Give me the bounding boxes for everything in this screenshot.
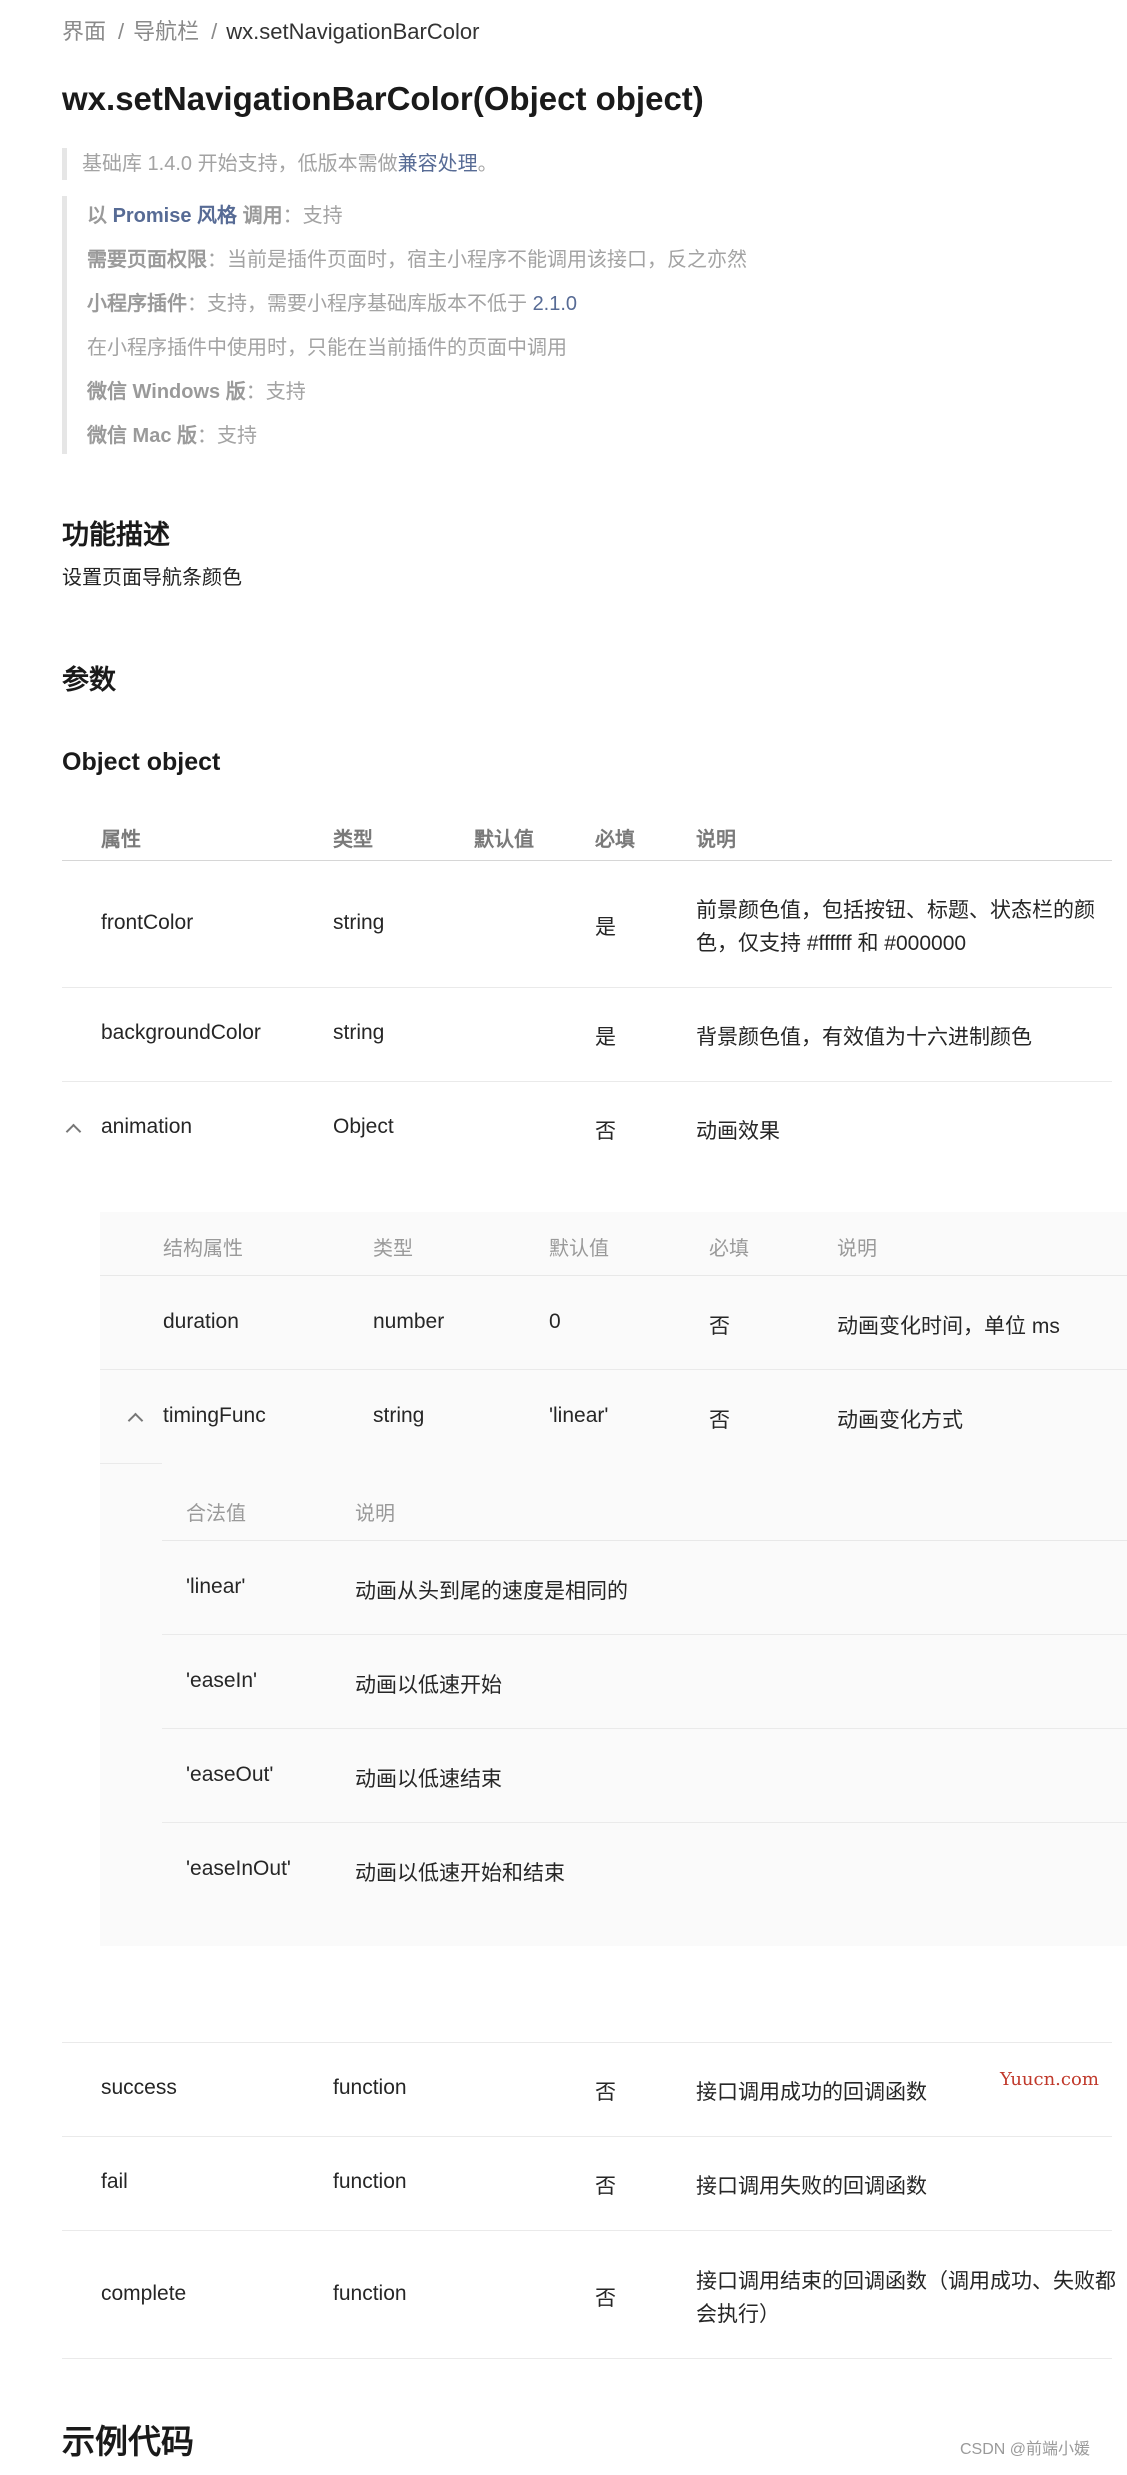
- subtable-header-divider: [100, 1275, 1127, 1276]
- chevron-up-icon[interactable]: [65, 1123, 82, 1140]
- breadcrumb-item-navbar[interactable]: 导航栏: [133, 19, 199, 44]
- param-required: 是: [595, 1026, 616, 1049]
- sub-param-type: string: [373, 1404, 425, 1427]
- valcol-header-value: 合法值: [186, 1503, 246, 1525]
- sub-param-desc: 动画变化时间，单位 ms: [837, 1315, 1060, 1338]
- param-type: string: [333, 911, 385, 934]
- subcol-header-attr: 结构属性: [163, 1238, 243, 1260]
- sub-param-default: 'linear': [549, 1404, 609, 1427]
- valcol-header-desc: 说明: [355, 1503, 395, 1525]
- col-header-type: 类型: [333, 829, 373, 851]
- param-type: function: [333, 2282, 407, 2305]
- sub-param-name: timingFunc: [163, 1404, 266, 1427]
- legal-value-desc: 动画以低速开始: [355, 1674, 502, 1697]
- breadcrumb-item-interface[interactable]: 界面: [62, 19, 106, 44]
- col-header-desc: 说明: [696, 829, 736, 851]
- info-plugin: 小程序插件：支持，需要小程序基础库版本不低于 2.1.0: [87, 293, 578, 315]
- param-desc: 背景颜色值，有效值为十六进制颜色: [696, 1026, 1032, 1049]
- subcol-header-required: 必填: [709, 1238, 749, 1260]
- row-divider: [162, 1822, 1127, 1823]
- param-desc: 接口调用结束的回调函数（调用成功、失败都: [696, 2270, 1116, 2293]
- legal-value-desc: 动画以低速开始和结束: [355, 1862, 565, 1885]
- support-note: 基础库 1.4.0 开始支持，低版本需做兼容处理。: [62, 148, 498, 180]
- param-name: frontColor: [101, 911, 194, 934]
- object-heading: Object object: [62, 748, 221, 776]
- param-desc-cont: 会执行）: [696, 2303, 780, 2326]
- api-info-block: 以 Promise 风格 调用：支持 需要页面权限：当前是插件页面时，宿主小程序…: [62, 196, 747, 454]
- legal-value: 'easeInOut': [186, 1857, 291, 1880]
- sub-param-desc: 动画变化方式: [837, 1409, 963, 1432]
- param-type: string: [333, 1021, 385, 1044]
- sub-param-default: 0: [549, 1310, 561, 1333]
- row-divider: [162, 1634, 1127, 1635]
- param-type: function: [333, 2076, 407, 2099]
- version-link[interactable]: 2.1.0: [533, 293, 577, 315]
- col-header-attr: 属性: [101, 829, 141, 851]
- row-divider: [100, 1369, 1127, 1370]
- legal-value: 'easeIn': [186, 1669, 258, 1692]
- info-plugin-use: 在小程序插件中使用时，只能在当前插件的页面中调用: [87, 337, 567, 359]
- table-header-divider: [62, 860, 1112, 861]
- param-name: success: [101, 2076, 177, 2099]
- param-required: 否: [595, 2287, 616, 2310]
- row-divider: [62, 2042, 1112, 2043]
- legal-value: 'linear': [186, 1575, 246, 1598]
- legal-value: 'easeOut': [186, 1763, 274, 1786]
- info-permission: 需要页面权限：当前是插件页面时，宿主小程序不能调用该接口，反之亦然: [87, 249, 747, 271]
- section-example-heading: 示例代码: [62, 2423, 194, 2460]
- page-title: wx.setNavigationBarColor(Object object): [62, 80, 704, 117]
- sub-param-name: duration: [163, 1310, 239, 1333]
- sub-param-required: 否: [709, 1315, 730, 1338]
- author-watermark: CSDN @前端小媛: [960, 2441, 1091, 2458]
- param-required: 否: [595, 2081, 616, 2104]
- param-name: complete: [101, 2282, 187, 2305]
- site-watermark: Yuucn.com: [1000, 2069, 1099, 2090]
- param-type: function: [333, 2170, 407, 2193]
- subcol-header-default: 默认值: [549, 1238, 609, 1260]
- param-type: Object: [333, 1115, 394, 1138]
- param-name: animation: [101, 1115, 193, 1138]
- breadcrumb-separator: /: [118, 19, 125, 44]
- valtable-header-divider: [162, 1540, 1127, 1541]
- timingfunc-values-table: [162, 1463, 1127, 1931]
- promise-style-link[interactable]: Promise 风格: [113, 205, 237, 227]
- param-desc: 动画效果: [696, 1120, 780, 1143]
- section-func-heading: 功能描述: [62, 520, 170, 550]
- breadcrumb-separator: /: [211, 19, 218, 44]
- row-divider: [62, 2136, 1112, 2137]
- breadcrumb: 界面 / 导航栏 / wx.setNavigationBarColor: [62, 14, 479, 46]
- param-name: fail: [101, 2170, 128, 2193]
- support-note-prefix: 基础库 1.4.0 开始支持，低版本需做: [82, 153, 398, 175]
- support-note-suffix: 。: [477, 153, 498, 175]
- row-divider: [62, 1081, 1112, 1082]
- compat-link[interactable]: 兼容处理: [398, 153, 478, 175]
- col-header-required: 必填: [595, 829, 635, 851]
- legal-value-desc: 动画以低速结束: [355, 1768, 502, 1791]
- row-divider: [62, 987, 1112, 988]
- row-divider: [62, 2358, 1112, 2359]
- param-name: backgroundColor: [101, 1021, 261, 1044]
- sub-param-required: 否: [709, 1409, 730, 1432]
- param-required: 否: [595, 1120, 616, 1143]
- legal-value-desc: 动画从头到尾的速度是相同的: [355, 1580, 628, 1603]
- param-required: 是: [595, 916, 616, 939]
- sub-param-type: number: [373, 1310, 445, 1333]
- param-desc: 接口调用成功的回调函数: [696, 2081, 927, 2104]
- info-mac: 微信 Mac 版：支持: [87, 425, 258, 447]
- section-params-heading: 参数: [62, 665, 116, 695]
- param-desc-cont: 色，仅支持 #ffffff 和 #000000: [696, 932, 967, 955]
- func-description: 设置页面导航条颜色: [62, 567, 242, 589]
- col-header-default: 默认值: [474, 829, 534, 851]
- subcol-header-desc: 说明: [837, 1238, 877, 1260]
- subcol-header-type: 类型: [373, 1238, 413, 1260]
- info-windows: 微信 Windows 版：支持: [87, 381, 306, 403]
- row-divider: [62, 2230, 1112, 2231]
- info-promise: 以 Promise 风格 调用：支持: [87, 205, 343, 227]
- row-divider: [162, 1728, 1127, 1729]
- breadcrumb-current: wx.setNavigationBarColor: [226, 19, 480, 44]
- param-desc: 接口调用失败的回调函数: [696, 2175, 927, 2198]
- param-desc: 前景颜色值，包括按钮、标题、状态栏的颜: [696, 899, 1095, 922]
- param-required: 否: [595, 2175, 616, 2198]
